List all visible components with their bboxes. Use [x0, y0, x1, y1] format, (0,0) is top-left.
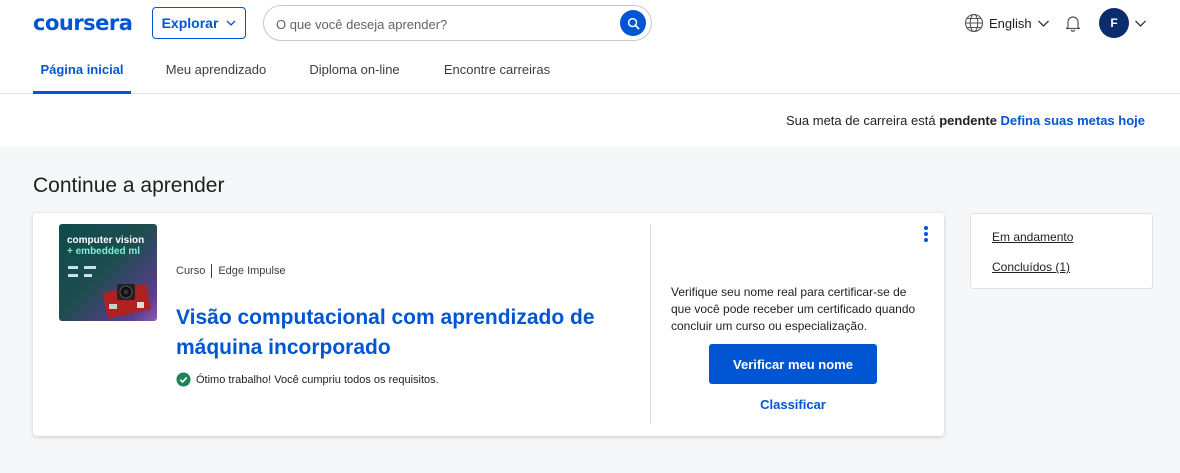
- course-partner: Edge Impulse: [218, 265, 286, 277]
- rate-course-link[interactable]: Classificar: [709, 397, 877, 412]
- search-bar: [263, 5, 652, 41]
- search-input[interactable]: [276, 14, 606, 34]
- course-thumbnail[interactable]: computer vision + embedded ml: [59, 224, 157, 321]
- career-goal-bar: Sua meta de carreira está pendente Defin…: [0, 94, 1180, 147]
- filter-in-progress-link[interactable]: Em andamento: [992, 230, 1073, 244]
- course-type: Curso: [176, 265, 206, 277]
- partner-logos-graphic: [68, 266, 96, 277]
- user-menu[interactable]: F: [1099, 8, 1147, 38]
- course-filter-card: Em andamento Concluídos (1): [970, 213, 1153, 289]
- search-icon: [627, 17, 639, 29]
- camera-board-image: [103, 284, 151, 318]
- language-selector[interactable]: English: [964, 12, 1050, 34]
- verify-name-text: Verifique seu nome real para certificar-…: [671, 285, 916, 333]
- career-goal-text: Sua meta de carreira está pendente: [786, 113, 997, 128]
- language-label: English: [989, 15, 1032, 31]
- filter-completed-link[interactable]: Concluídos (1): [992, 260, 1070, 274]
- course-card: computer vision + embedded ml Curso Edge…: [33, 213, 944, 436]
- notification-bell-icon[interactable]: [1063, 13, 1083, 33]
- chevron-down-icon: [1135, 20, 1146, 27]
- more-options-icon[interactable]: [919, 225, 933, 245]
- tab-online-degree[interactable]: Diploma on-line: [302, 46, 407, 93]
- career-goal-prefix: Sua meta de carreira está: [786, 113, 936, 128]
- section-title: Continue a aprender: [33, 174, 225, 197]
- explore-button-label: Explorar: [161, 15, 219, 31]
- thumbnail-title-line: computer vision: [67, 235, 145, 246]
- globe-icon: [964, 13, 984, 33]
- main-nav-tabs: Página inicial Meu aprendizado Diploma o…: [0, 46, 1180, 94]
- card-divider: [650, 224, 651, 424]
- set-goals-link[interactable]: Defina suas metas hoje: [1001, 113, 1146, 128]
- thumbnail-title: computer vision + embedded ml: [67, 235, 144, 257]
- coursera-logo[interactable]: coursera: [33, 11, 133, 35]
- check-circle-icon: [176, 372, 191, 387]
- course-status-text: Ótimo trabalho! Você cumpriu todos os re…: [196, 373, 439, 386]
- course-meta: Curso Edge Impulse: [176, 264, 286, 278]
- tab-find-careers[interactable]: Encontre carreiras: [438, 46, 556, 93]
- tab-home[interactable]: Página inicial: [33, 46, 131, 94]
- course-title-link[interactable]: Visão computacional com aprendizado de m…: [176, 303, 626, 363]
- course-status: Ótimo trabalho! Você cumpriu todos os re…: [176, 372, 439, 387]
- thumbnail-subtitle-line: + embedded ml: [67, 246, 141, 257]
- explore-button[interactable]: Explorar: [152, 7, 246, 39]
- verify-name-button[interactable]: Verificar meu nome: [709, 344, 877, 384]
- meta-divider: [211, 264, 213, 278]
- avatar: F: [1099, 8, 1129, 38]
- search-button[interactable]: [620, 10, 646, 36]
- top-header: coursera Explorar English F: [0, 0, 1180, 46]
- main-content: Continue a aprender computer vision + em…: [0, 147, 1180, 473]
- tab-my-learning[interactable]: Meu aprendizado: [160, 46, 272, 93]
- chevron-down-icon: [1037, 17, 1050, 30]
- chevron-down-icon: [226, 20, 236, 26]
- career-goal-status: pendente: [939, 113, 997, 128]
